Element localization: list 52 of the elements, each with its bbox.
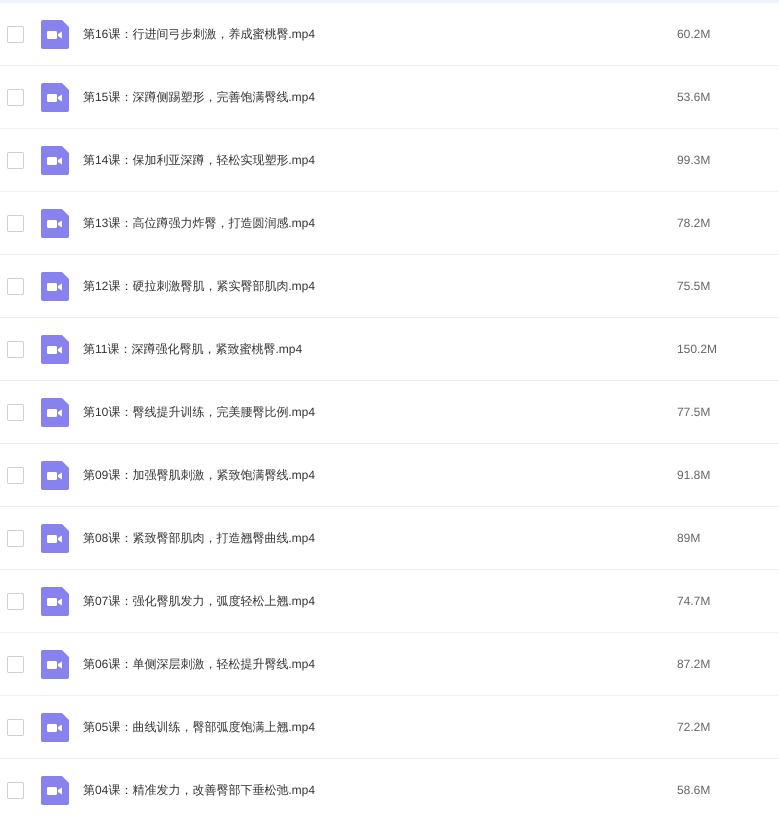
- file-size: 78.2M: [677, 215, 710, 232]
- checkbox[interactable]: [7, 718, 24, 736]
- file-name[interactable]: 第10课：臀线提升训练，完美腰臀比例.mp4: [83, 403, 663, 421]
- file-name[interactable]: 第16课：行进间弓步刺激，养成蜜桃臀.mp4: [83, 25, 663, 43]
- video-file-icon: [41, 398, 69, 426]
- checkbox[interactable]: [7, 782, 24, 798]
- video-file-icon: [41, 586, 69, 616]
- video-file-icon: [41, 460, 69, 490]
- file-size: 99.3M: [677, 152, 710, 169]
- video-file-icon: [41, 712, 69, 742]
- video-file-icon: [41, 272, 69, 300]
- file-name[interactable]: 第06课：单侧深层刺激，轻松提升臀线.mp4: [83, 655, 663, 673]
- video-file-icon: [41, 524, 69, 552]
- video-file-icon: [41, 334, 69, 364]
- file-name[interactable]: 第04课：精准发力，改善臀部下垂松弛.mp4: [83, 781, 663, 799]
- file-name[interactable]: 第08课：紧致臀部肌肉，打造翘臀曲线.mp4: [83, 529, 663, 547]
- video-file-icon: [41, 146, 69, 174]
- checkbox[interactable]: [7, 26, 24, 42]
- checkbox[interactable]: [7, 530, 24, 546]
- checkbox[interactable]: [7, 214, 24, 232]
- file-name[interactable]: 第11课：深蹲强化臀肌，紧致蜜桃臀.mp4: [83, 340, 663, 358]
- file-size: 74.7M: [677, 593, 710, 610]
- checkbox[interactable]: [7, 278, 24, 294]
- checkbox[interactable]: [7, 88, 24, 106]
- file-size: 87.2M: [677, 656, 710, 673]
- file-name[interactable]: 第05课：曲线训练，臀部弧度饱满上翘.mp4: [83, 718, 663, 736]
- file-size: 150.2M: [677, 341, 718, 358]
- file-name[interactable]: 第14课：保加利亚深蹲，轻松实现塑形.mp4: [83, 151, 663, 169]
- file-size: 53.6M: [677, 89, 710, 106]
- file-name[interactable]: 第15课：深蹲侧踢塑形，完善饱满臀线.mp4: [83, 88, 663, 106]
- checkbox[interactable]: [7, 656, 24, 672]
- checkbox[interactable]: [7, 592, 24, 610]
- file-size: 58.6M: [677, 782, 710, 799]
- checkbox[interactable]: [7, 152, 24, 168]
- file-name[interactable]: 第13课：高位蹲强力炸臀，打造圆润感.mp4: [83, 214, 663, 232]
- video-file-icon: [41, 650, 69, 678]
- file-name[interactable]: 第12课：硬拉刺激臀肌，紧实臀部肌肉.mp4: [83, 277, 663, 295]
- video-file-icon: [41, 208, 69, 238]
- checkbox[interactable]: [7, 404, 24, 420]
- file-name[interactable]: 第09课：加强臀肌刺激，紧致饱满臀线.mp4: [83, 466, 663, 484]
- checkbox[interactable]: [7, 466, 24, 484]
- file-size: 77.5M: [677, 404, 710, 421]
- file-name[interactable]: 第07课：强化臀肌发力，弧度轻松上翘.mp4: [83, 592, 663, 610]
- video-file-icon: [41, 776, 69, 804]
- file-size: 91.8M: [677, 467, 710, 484]
- file-size: 60.2M: [677, 26, 710, 43]
- file-size: 75.5M: [677, 278, 710, 295]
- video-file-icon: [41, 82, 69, 112]
- file-size: 72.2M: [677, 719, 710, 736]
- checkbox[interactable]: [7, 340, 24, 358]
- video-file-icon: [41, 20, 69, 48]
- file-size: 89M: [677, 530, 700, 547]
